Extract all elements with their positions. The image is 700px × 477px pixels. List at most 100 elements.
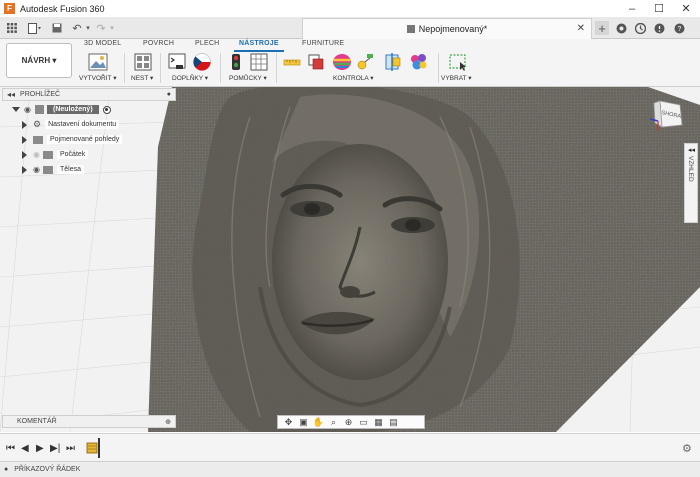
tree-item-label: Nastavení dokumentu: [45, 120, 120, 129]
activate-component-icon[interactable]: [102, 105, 111, 114]
measure-icon[interactable]: [283, 53, 301, 71]
czech-flag-icon[interactable]: [193, 53, 211, 71]
navigation-toolbar: ✥ ▣ ✋ ⌕ ⊕ ▭ ▦ ▤: [277, 415, 425, 429]
tab-plech[interactable]: PLECH: [195, 40, 219, 47]
pan-hand-icon[interactable]: ✋: [312, 417, 325, 427]
section-analysis-icon[interactable]: [384, 53, 402, 71]
tab-3d-model[interactable]: 3D MODEL: [84, 40, 121, 47]
redo-dropdown-icon[interactable]: ▾: [108, 21, 116, 35]
group-vytvorit[interactable]: VYTVOŘIT ▾: [79, 74, 116, 82]
viewports-icon[interactable]: ▤: [387, 417, 400, 427]
ribbon-toolbar: NÁVRH ▾ 3D MODEL POVRCH PLECH NÁSTROJE F…: [0, 39, 700, 87]
panel-pin-icon[interactable]: ●: [167, 91, 171, 98]
visibility-eye-icon[interactable]: ◉: [33, 165, 40, 174]
traffic-light-icon[interactable]: [227, 53, 245, 71]
new-tab-button[interactable]: +: [595, 21, 609, 36]
group-vybrat[interactable]: VYBRAT ▾: [441, 74, 471, 82]
redo-icon[interactable]: ↷: [94, 21, 108, 35]
undo-icon[interactable]: ↶: [70, 21, 84, 35]
notifications-icon[interactable]: [652, 21, 666, 35]
tab-nastroje[interactable]: NÁSTROJE: [239, 40, 279, 47]
tree-root[interactable]: ◉ (Neuložený): [2, 103, 111, 116]
tree-expand-icon[interactable]: [22, 135, 27, 144]
save-icon[interactable]: [50, 21, 64, 35]
image-create-icon[interactable]: [88, 53, 108, 71]
app-title: Autodesk Fusion 360: [20, 3, 105, 14]
window-select-icon[interactable]: [448, 53, 468, 71]
maximize-button[interactable]: ☐: [647, 0, 671, 17]
tree-item-origin[interactable]: ◉ Počátek: [2, 148, 89, 161]
tree-item-label: Tělesa: [56, 165, 84, 174]
look-at-icon[interactable]: ▣: [297, 417, 310, 427]
folder-icon: [42, 165, 53, 174]
timeline-first-button[interactable]: ⏮: [6, 443, 15, 454]
tree-expand-icon[interactable]: [12, 107, 20, 112]
tree-item-label: Pojmenované pohledy: [47, 135, 123, 144]
visibility-eye-icon[interactable]: ◉: [24, 105, 31, 114]
group-doplnky[interactable]: DOPLŇKY ▾: [172, 74, 208, 82]
scripts-addins-icon[interactable]: [168, 53, 186, 71]
group-kontrola[interactable]: KONTROLA ▾: [333, 74, 373, 82]
nest-icon[interactable]: [134, 53, 152, 71]
timeline-last-button[interactable]: ⏭: [66, 443, 75, 454]
timeline-previous-button[interactable]: ◀: [21, 443, 29, 454]
extensions-icon[interactable]: [614, 21, 628, 35]
tab-bar: ↶ ▾ ↷ ▾ Nepojmenovaný* ✕ + ?: [0, 17, 700, 39]
tree-expand-icon[interactable]: [22, 150, 27, 159]
tree-item-label: Počátek: [56, 150, 89, 159]
workspace-switcher-button[interactable]: NÁVRH ▾: [6, 43, 72, 78]
comments-panel[interactable]: KOMENTÁŘ ⊕: [2, 415, 176, 428]
browser-panel-header[interactable]: ◂◂ PROHLÍŽEČ ●: [2, 88, 176, 101]
viewcube[interactable]: SHORA: [650, 97, 686, 133]
document-title: Nepojmenovaný*: [418, 24, 488, 34]
ribbon-separator: [220, 53, 221, 83]
document-tab[interactable]: Nepojmenovaný* ✕: [302, 18, 592, 39]
ribbon-separator: [160, 53, 161, 83]
undo-dropdown-icon[interactable]: ▾: [84, 21, 92, 35]
interference-icon[interactable]: [307, 53, 325, 71]
svg-text:?: ?: [677, 26, 681, 33]
zoom-icon[interactable]: ⌕: [327, 417, 340, 427]
tree-expand-icon[interactable]: [22, 120, 27, 129]
display-settings-icon[interactable]: ▭: [357, 417, 370, 427]
group-pomucky[interactable]: POMŮCKY ▾: [229, 74, 267, 82]
help-icon[interactable]: ?: [672, 21, 686, 35]
timeline-settings-gear-icon[interactable]: ⚙: [682, 442, 692, 455]
utility-table-icon[interactable]: [250, 53, 268, 71]
ribbon-separator: [124, 53, 125, 83]
fit-icon[interactable]: ⊕: [342, 417, 355, 427]
add-comment-icon[interactable]: ⊕: [165, 418, 171, 426]
draft-analysis-icon[interactable]: [356, 53, 374, 71]
grid-settings-icon[interactable]: ▦: [372, 417, 385, 427]
group-nest[interactable]: NEST ▾: [131, 74, 153, 82]
apps-grid-icon[interactable]: [5, 21, 19, 35]
timeline-play-button[interactable]: ▶: [36, 443, 44, 454]
close-tab-button[interactable]: ✕: [577, 23, 585, 34]
expand-icon[interactable]: ●: [4, 466, 8, 473]
collapse-left-icon[interactable]: ◂◂: [7, 90, 15, 99]
job-status-icon[interactable]: [633, 21, 647, 35]
timeline-next-button[interactable]: ▶|: [50, 443, 60, 454]
timeline-marker[interactable]: [98, 438, 100, 458]
visibility-eye-icon[interactable]: ◉: [33, 150, 40, 159]
collapse-icon[interactable]: ◂◂: [688, 146, 695, 154]
close-window-button[interactable]: ✕: [674, 0, 698, 17]
tree-expand-icon[interactable]: [22, 165, 27, 174]
tab-furniture[interactable]: FURNITURE: [302, 40, 344, 47]
folder-icon: [42, 150, 53, 159]
ribbon-separator: [276, 53, 277, 83]
file-menu-icon[interactable]: [26, 21, 44, 35]
command-line-bar[interactable]: ● PŘÍKAZOVÝ ŘÁDEK: [0, 461, 700, 477]
tree-item-document-settings[interactable]: ⚙ Nastavení dokumentu: [2, 118, 120, 131]
orbit-icon[interactable]: ✥: [282, 417, 295, 427]
ribbon-separator: [438, 53, 439, 83]
tree-item-bodies[interactable]: ◉ Tělesa: [2, 163, 84, 176]
comments-label: KOMENTÁŘ: [17, 418, 57, 425]
zebra-analysis-icon[interactable]: [332, 53, 352, 71]
command-line-label: PŘÍKAZOVÝ ŘÁDEK: [14, 466, 81, 473]
tab-povrch[interactable]: POVRCH: [143, 40, 174, 47]
minimize-button[interactable]: –: [620, 0, 644, 17]
tree-item-named-views[interactable]: Pojmenované pohledy: [2, 133, 123, 146]
component-color-cycling-icon[interactable]: [409, 53, 429, 71]
appearance-side-tab[interactable]: ◂◂ VZHLED: [684, 143, 698, 223]
